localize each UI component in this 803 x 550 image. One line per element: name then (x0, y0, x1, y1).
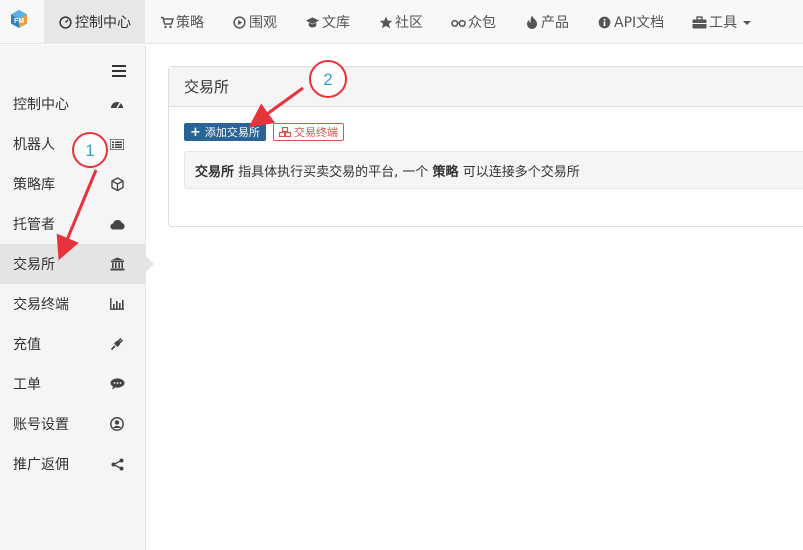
bank-icon (109, 256, 125, 272)
nav-item-api-docs[interactable]: API文档 (583, 0, 678, 44)
sidebar-item-strategy-library[interactable]: 策略库 (0, 164, 146, 204)
cloud-icon (109, 216, 125, 232)
top-nav: 控制中心 策略 围观 文库 社区 众包 产品 API文档 工具 (44, 0, 765, 44)
nav-label: 控制中心 (75, 15, 131, 31)
sidebar-item-exchange[interactable]: 交易所 (0, 244, 154, 284)
menu-toggle-icon[interactable] (112, 65, 126, 77)
sidebar-item-label: 机器人 (13, 137, 55, 153)
desc-term-strategy: 策略 (432, 164, 459, 180)
nav-label: 工具 (709, 15, 738, 31)
nav-label: 围观 (249, 15, 277, 31)
sidebar-item-label: 工单 (13, 377, 41, 393)
top-navbar: FM 控制中心 策略 围观 文库 社区 众包 产品 API文档 工具 (0, 0, 803, 44)
user-circle-icon (109, 416, 125, 432)
sidebar-item-label: 交易终端 (13, 297, 69, 313)
cart-icon (159, 15, 174, 30)
nav-label: 产品 (541, 15, 569, 31)
cubes-icon (279, 127, 291, 137)
trade-terminal-button[interactable]: 交易终端 (273, 123, 344, 141)
exchange-panel: 交易所 + 添加交易所 交易终端 交易所 指具体执行买卖交易的平台, 一个 策略… (168, 66, 803, 227)
sidebar-item-label: 账号设置 (13, 417, 69, 433)
svg-text:FM: FM (14, 18, 24, 25)
sidebar-item-trade-terminal[interactable]: 交易终端 (0, 284, 146, 324)
nav-item-library[interactable]: 文库 (291, 0, 364, 44)
sidebar-item-account-settings[interactable]: 账号设置 (0, 404, 146, 444)
desc-text: 可以连接多个交易所 (458, 164, 580, 180)
info-circle-icon (597, 15, 612, 30)
comment-icon (109, 376, 125, 392)
add-exchange-button[interactable]: + 添加交易所 (184, 123, 266, 141)
nav-label: 策略 (176, 15, 204, 31)
plus-icon: + (190, 124, 201, 140)
nav-item-products[interactable]: 产品 (510, 0, 583, 44)
logo-icon[interactable]: FM (9, 9, 29, 29)
sidebar-item-label: 推广返佣 (13, 457, 69, 473)
nav-label: 文库 (322, 15, 350, 31)
sidebar-item-docker[interactable]: 托管者 (0, 204, 146, 244)
nav-label: 社区 (395, 15, 423, 31)
list-icon (109, 136, 125, 152)
add-exchange-label: 添加交易所 (204, 126, 260, 139)
sidebar-item-referral[interactable]: 推广返佣 (0, 444, 146, 484)
share-icon (109, 456, 125, 472)
desc-term-exchange: 交易所 (195, 164, 235, 180)
nav-item-crowdsource[interactable]: 众包 (437, 0, 510, 44)
panel-heading: 交易所 (169, 67, 803, 107)
sidebar-item-robots[interactable]: 机器人 (0, 124, 146, 164)
sidebar-menu: 控制中心 机器人 策略库 托管者 交易所 交易终端 充值 工单 账号设置 推广返… (0, 84, 154, 484)
sidebar: 控制中心 机器人 策略库 托管者 交易所 交易终端 充值 工单 账号设置 推广返… (0, 45, 154, 550)
nav-label: API文档 (614, 15, 665, 31)
fire-icon (524, 15, 539, 30)
sidebar-item-label: 托管者 (13, 217, 55, 233)
glasses-icon (451, 15, 466, 30)
bar-chart-icon (109, 296, 125, 312)
sidebar-item-label: 控制中心 (13, 97, 69, 113)
cube-icon (109, 176, 125, 192)
sidebar-item-label: 策略库 (13, 177, 55, 193)
sidebar-item-recharge[interactable]: 充值 (0, 324, 146, 364)
sidebar-item-label: 充值 (13, 337, 41, 353)
sidebar-item-dashboard[interactable]: 控制中心 (0, 84, 146, 124)
play-circle-icon (232, 15, 247, 30)
chevron-down-icon (743, 21, 752, 25)
sidebar-item-label: 交易所 (13, 257, 55, 273)
tachometer-icon (109, 96, 125, 112)
exchange-description: 交易所 指具体执行买卖交易的平台, 一个 策略 可以连接多个交易所 (184, 151, 803, 189)
dashboard-icon (58, 15, 73, 30)
nav-item-watch[interactable]: 围观 (218, 0, 291, 44)
desc-text: 指具体执行买卖交易的平台, 一个 (234, 164, 433, 180)
sidebar-item-tickets[interactable]: 工单 (0, 364, 146, 404)
graduation-cap-icon (305, 15, 320, 30)
nav-label: 众包 (468, 15, 496, 31)
briefcase-icon (692, 15, 707, 30)
nav-item-community[interactable]: 社区 (364, 0, 437, 44)
nav-item-strategy[interactable]: 策略 (145, 0, 218, 44)
page-title: 交易所 (184, 78, 230, 96)
star-icon (378, 15, 393, 30)
nav-item-dashboard[interactable]: 控制中心 (44, 0, 145, 44)
trade-terminal-label: 交易终端 (294, 126, 338, 139)
plug-icon (109, 336, 125, 352)
nav-item-tools[interactable]: 工具 (678, 0, 765, 44)
